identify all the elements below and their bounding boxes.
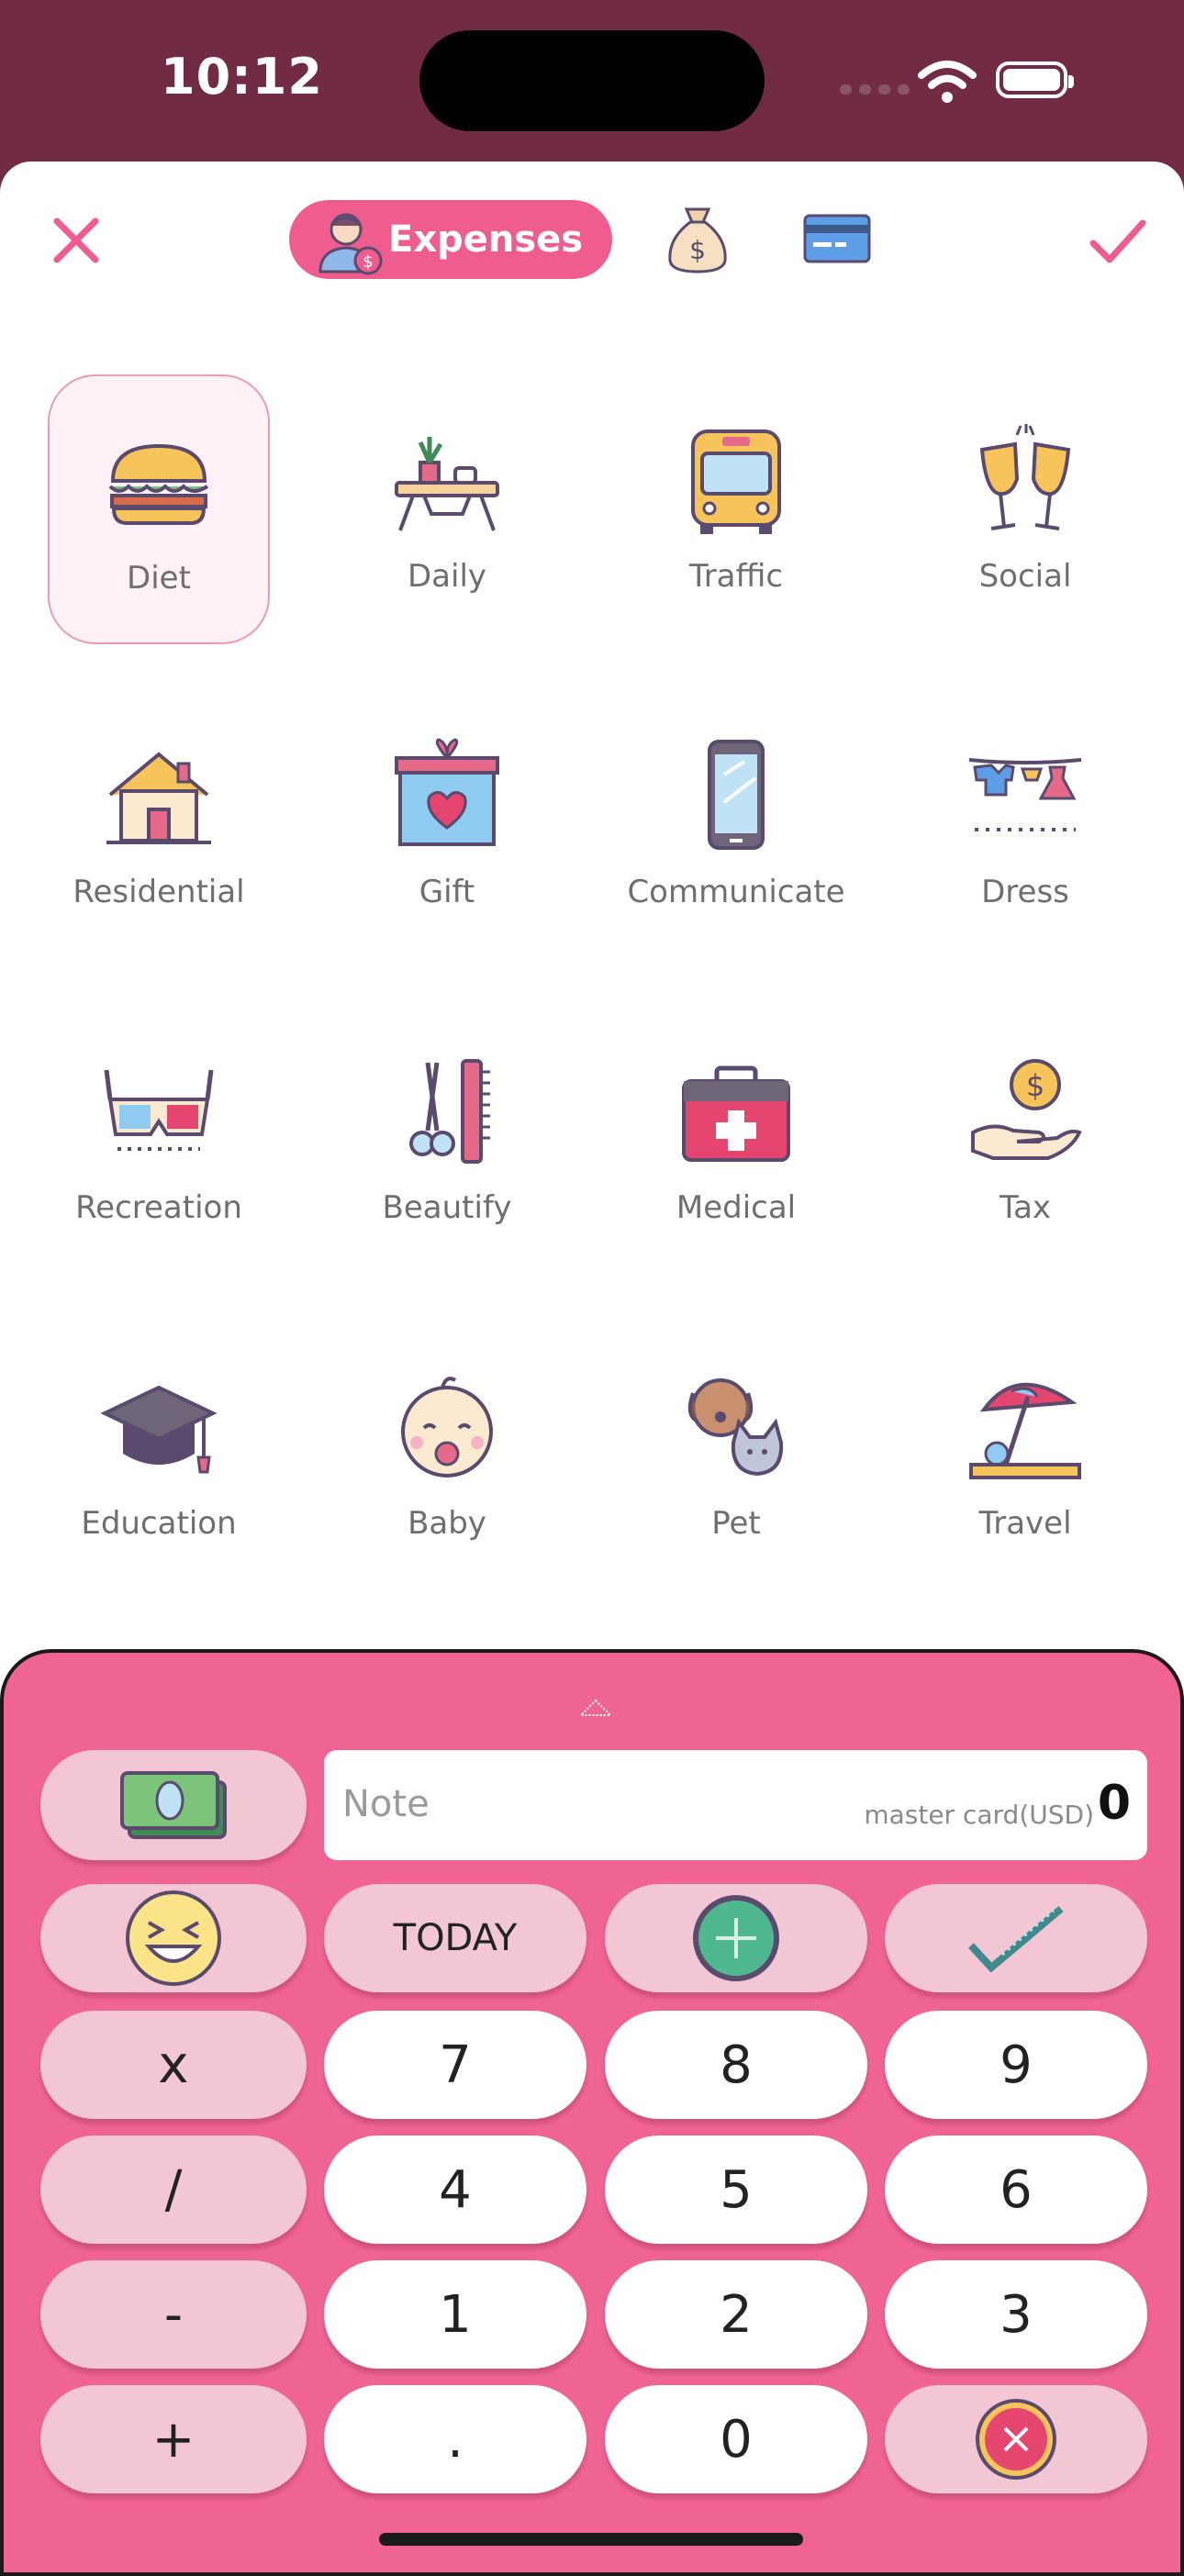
hand-coin-icon: $ <box>971 1059 1082 1160</box>
baby-face-icon <box>401 1377 493 1478</box>
tab-expenses[interactable]: $ Expenses <box>289 200 612 279</box>
amount-display: 0 <box>1097 1776 1131 1831</box>
key-0[interactable]: 0 <box>605 2385 867 2493</box>
drag-handle-icon[interactable] <box>579 1699 612 1717</box>
divide-button[interactable]: / <box>40 2136 307 2244</box>
close-icon[interactable] <box>48 212 105 269</box>
credit-card-icon[interactable] <box>802 213 872 264</box>
key-9[interactable]: 9 <box>885 2011 1147 2119</box>
multiply-button[interactable]: x <box>40 2011 307 2119</box>
beach-umbrella-icon <box>969 1382 1081 1479</box>
category-label: Gift <box>419 874 475 910</box>
today-button[interactable]: TODAY <box>324 1884 586 1992</box>
category-label: Medical <box>676 1189 797 1226</box>
category-label: Dress <box>981 874 1069 910</box>
category-label: Beautify <box>382 1189 512 1226</box>
category-social[interactable]: Social <box>914 374 1136 644</box>
home-indicator[interactable] <box>379 2533 803 2546</box>
category-label: Recreation <box>75 1189 242 1226</box>
category-dress[interactable]: Dress <box>914 690 1136 960</box>
dog-cat-icon <box>687 1378 784 1477</box>
category-education[interactable]: Education <box>48 1321 270 1591</box>
toast-glasses-icon <box>979 424 1071 530</box>
plus-circle-icon <box>693 1895 779 1981</box>
category-diet[interactable]: Diet <box>48 374 270 644</box>
account-label[interactable]: master card(USD) <box>864 1800 1094 1830</box>
cellular-signal-icon <box>840 84 910 95</box>
3d-glasses-icon <box>104 1069 214 1151</box>
phone-icon <box>708 740 765 850</box>
wifi-icon <box>918 61 977 103</box>
checkmark-icon[interactable] <box>1088 212 1148 269</box>
key-5[interactable]: 5 <box>605 2136 867 2244</box>
category-baby[interactable]: Baby <box>336 1321 558 1591</box>
payment-method-button[interactable] <box>40 1750 307 1860</box>
key-4[interactable]: 4 <box>324 2136 586 2244</box>
category-tax[interactable]: $ Tax <box>914 1006 1136 1276</box>
sheet-header: $ Expenses $ <box>0 162 1184 318</box>
category-traffic[interactable]: Traffic <box>625 374 847 644</box>
medical-kit-icon <box>682 1065 790 1162</box>
key-8[interactable]: 8 <box>605 2011 867 2119</box>
add-button[interactable] <box>605 1884 867 1992</box>
category-label: Tax <box>999 1189 1052 1226</box>
category-residential[interactable]: Residential <box>48 690 270 960</box>
category-travel[interactable]: Travel <box>914 1321 1136 1591</box>
clear-circle-icon <box>976 2399 1056 2480</box>
category-label: Daily <box>407 558 487 595</box>
category-pet[interactable]: Pet <box>625 1321 847 1591</box>
tab-expenses-label: Expenses <box>388 218 584 261</box>
table-plant-cup-icon <box>395 437 499 531</box>
key-decimal[interactable]: . <box>324 2385 586 2493</box>
battery-icon <box>996 61 1074 98</box>
minus-button[interactable]: - <box>40 2260 307 2369</box>
category-label: Residential <box>73 874 245 910</box>
laughing-face-icon <box>126 1890 221 1986</box>
burger-icon <box>108 443 209 525</box>
note-input[interactable]: Note master card(USD) 0 <box>324 1750 1147 1860</box>
keypad-panel: Note master card(USD) 0 TODAY x 7 8 9 / … <box>0 1649 1184 2576</box>
category-label: Baby <box>408 1505 486 1542</box>
gift-box-icon <box>395 738 499 846</box>
category-label: Traffic <box>688 558 784 595</box>
category-gift[interactable]: Gift <box>336 690 558 960</box>
key-6[interactable]: 6 <box>885 2136 1147 2244</box>
check-ruler-icon <box>968 1905 1064 1973</box>
category-label: Education <box>81 1505 237 1542</box>
category-communicate[interactable]: Communicate <box>625 690 847 960</box>
emoji-button[interactable] <box>40 1884 307 1992</box>
plus-button[interactable]: + <box>40 2385 307 2493</box>
scissors-comb-icon <box>409 1059 490 1164</box>
category-daily[interactable]: Daily <box>336 374 558 644</box>
note-placeholder: Note <box>342 1783 430 1825</box>
key-3[interactable]: 3 <box>885 2260 1147 2369</box>
category-label: Travel <box>978 1505 1072 1542</box>
dynamic-island <box>419 30 765 131</box>
svg-text:$: $ <box>689 235 706 265</box>
expenses-person-icon: $ <box>318 213 383 275</box>
category-label: Social <box>978 558 1072 595</box>
bus-icon <box>691 429 781 534</box>
category-medical[interactable]: Medical <box>625 1006 847 1276</box>
key-1[interactable]: 1 <box>324 2260 586 2369</box>
category-beautify[interactable]: Beautify <box>336 1006 558 1276</box>
category-label: Communicate <box>627 874 845 910</box>
graduation-cap-icon <box>100 1385 218 1474</box>
house-icon <box>106 752 211 844</box>
clothesline-icon <box>968 758 1082 831</box>
backspace-button[interactable] <box>885 2385 1147 2493</box>
key-2[interactable]: 2 <box>605 2260 867 2369</box>
done-button[interactable] <box>885 1884 1147 1992</box>
category-label: Pet <box>711 1505 761 1542</box>
key-7[interactable]: 7 <box>324 2011 586 2119</box>
money-bag-icon[interactable]: $ <box>663 202 732 275</box>
svg-text:$: $ <box>363 252 373 272</box>
status-time: 10:12 <box>161 48 323 106</box>
category-recreation[interactable]: Recreation <box>48 1006 270 1276</box>
svg-text:$: $ <box>1026 1068 1044 1103</box>
category-label: Diet <box>127 560 191 597</box>
cash-icon <box>120 1771 227 1839</box>
